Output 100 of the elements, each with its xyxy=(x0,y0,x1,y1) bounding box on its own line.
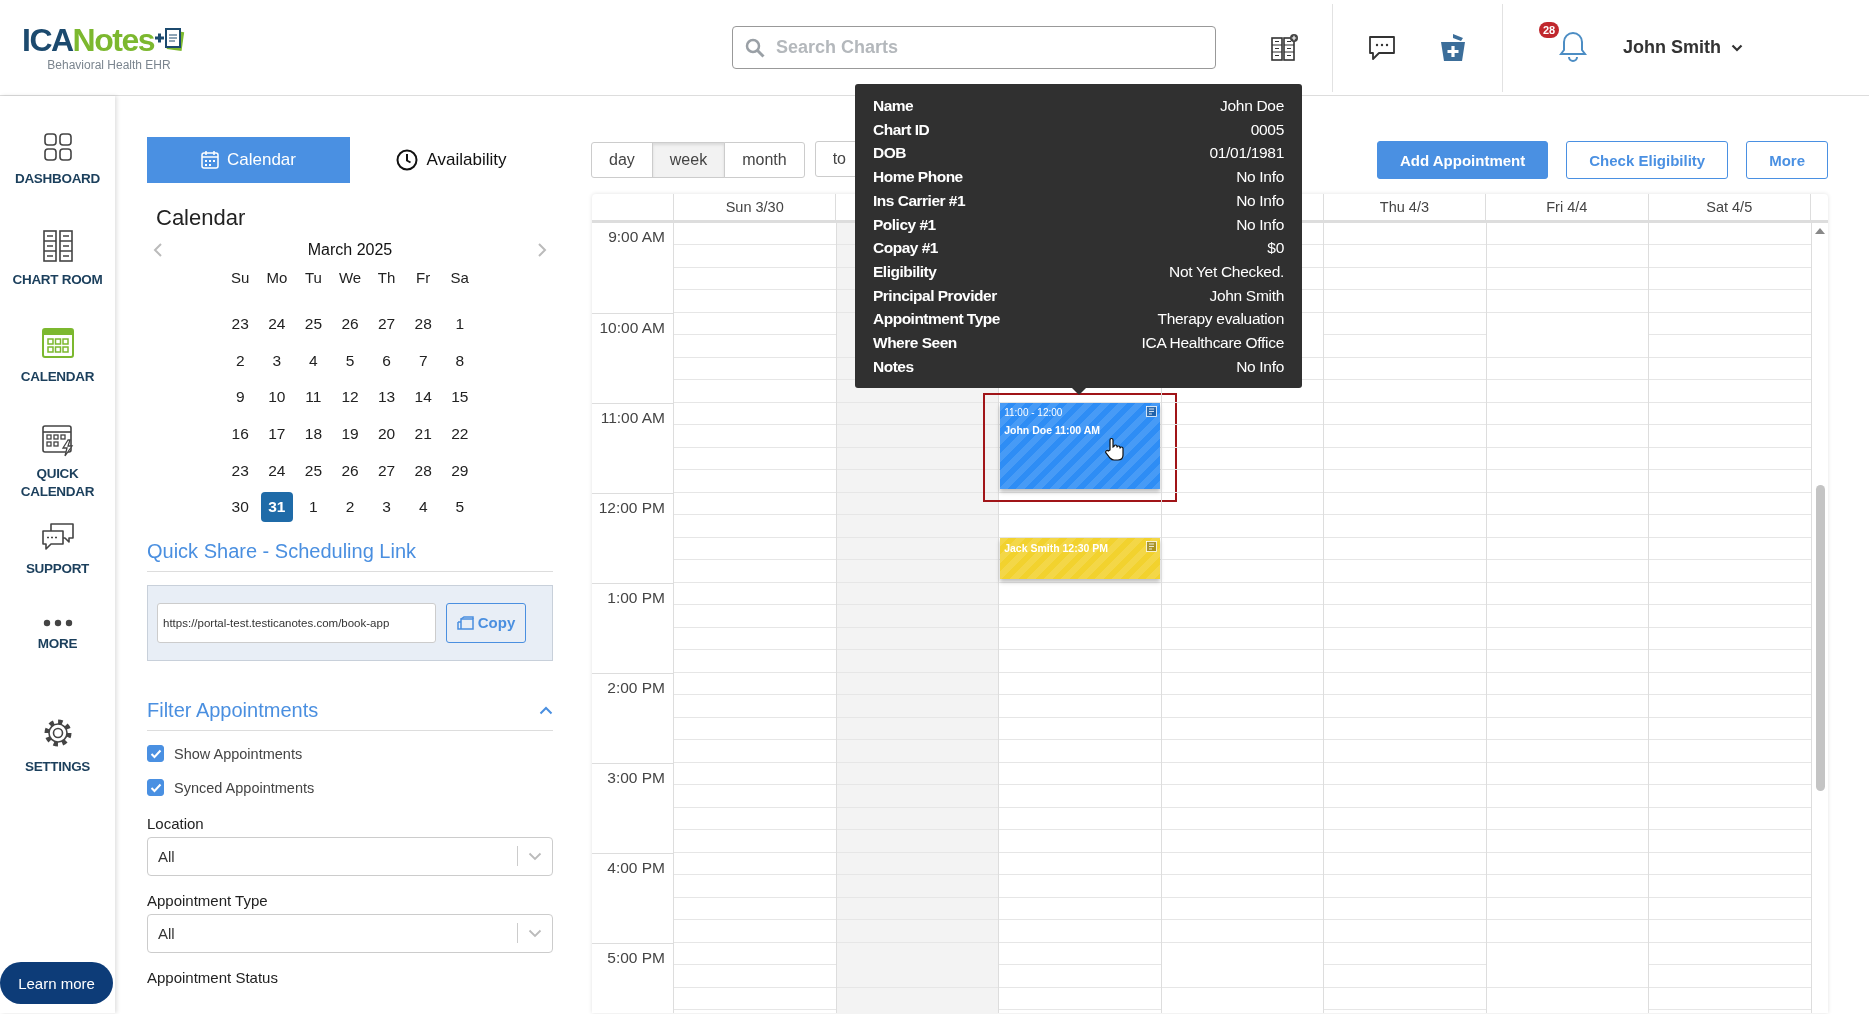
date-cell[interactable]: 20 xyxy=(370,419,403,450)
date-cell[interactable]: 6 xyxy=(370,345,403,376)
date-cell[interactable]: 28 xyxy=(406,455,440,486)
date-cell[interactable]: 31 xyxy=(260,492,294,523)
date-cell[interactable]: 25 xyxy=(297,455,330,486)
date-cell[interactable]: 25 xyxy=(297,309,330,340)
date-cell[interactable]: 5 xyxy=(443,492,477,523)
date-cell[interactable]: 24 xyxy=(260,455,294,486)
collapse-chevron-icon[interactable] xyxy=(539,705,553,715)
learn-more-button[interactable]: Learn more xyxy=(0,962,113,1004)
date-cell[interactable]: 22 xyxy=(443,419,477,450)
date-cell[interactable]: 30 xyxy=(223,492,257,523)
section-heading: Quick Share - Scheduling Link xyxy=(147,539,553,572)
dropdown-field[interactable]: All xyxy=(147,836,553,876)
date-cell[interactable]: 3 xyxy=(260,345,294,376)
date-cell[interactable]: 26 xyxy=(333,309,367,340)
date-cell[interactable]: 4 xyxy=(406,492,440,523)
weekday-label: We xyxy=(337,268,363,288)
sidebar-item[interactable]: DASHBOARD xyxy=(7,132,108,208)
tooltip-value: 0005 xyxy=(1249,119,1284,140)
date-cell[interactable]: 2 xyxy=(223,345,257,376)
checkbox[interactable] xyxy=(147,779,164,797)
date-cell[interactable]: 21 xyxy=(406,419,440,450)
checkbox-label: Show Appointments xyxy=(174,745,303,762)
note-icon xyxy=(1145,541,1157,552)
sidebar-item[interactable]: QUICK CALENDAR xyxy=(7,423,108,502)
date-cell[interactable]: 24 xyxy=(260,309,294,340)
tooltip-label: Policy #1 xyxy=(873,214,937,235)
date-cell[interactable]: 28 xyxy=(406,309,440,340)
sidebar-item[interactable]: CALENDAR xyxy=(7,326,108,402)
date-cell[interactable]: 10 xyxy=(260,382,294,413)
date-cell[interactable]: 13 xyxy=(370,382,403,413)
logo-tagline: Behavioral Health EHR xyxy=(47,57,171,72)
sidebar-item[interactable]: SUPPORT xyxy=(7,522,108,599)
checkbox[interactable] xyxy=(147,745,164,763)
chart-cabinet-add-icon[interactable] xyxy=(1270,33,1298,62)
date-cell[interactable]: 4 xyxy=(297,345,330,376)
date-cell[interactable]: 3 xyxy=(370,492,403,523)
date-cell[interactable]: 26 xyxy=(333,455,367,486)
tooltip-value: 01/01/1981 xyxy=(1208,143,1284,164)
date-cell[interactable]: 1 xyxy=(297,492,330,523)
date-cell[interactable]: 1 xyxy=(443,309,477,340)
weekday-label: Sa xyxy=(449,268,470,288)
date-cell[interactable]: 2 xyxy=(333,492,367,523)
scroll-up-arrow-icon[interactable] xyxy=(1814,227,1827,235)
scrollbar-thumb[interactable] xyxy=(1815,485,1825,791)
search-field[interactable]: Search Charts xyxy=(732,26,1216,69)
date-cell[interactable]: 18 xyxy=(297,419,330,450)
date-cell[interactable]: 27 xyxy=(370,309,403,340)
date-cell[interactable]: 8 xyxy=(443,345,477,376)
tooltip-value: John Smith xyxy=(1208,285,1284,306)
day-header: Sun 3/30 xyxy=(673,194,836,220)
date-cell[interactable]: 27 xyxy=(370,455,403,486)
user-menu[interactable]: John Smith xyxy=(1619,33,1747,62)
time-label: 10:00 AM xyxy=(592,313,673,403)
dashboard-icon xyxy=(42,132,73,162)
date-cell[interactable]: 29 xyxy=(443,455,477,486)
sidebar-item[interactable]: MORE xyxy=(7,619,108,696)
previous-month-icon[interactable] xyxy=(153,242,163,258)
appointment-title: John Doe 11:00 AM xyxy=(1004,424,1101,436)
date-cell[interactable]: 15 xyxy=(443,382,477,413)
date-cell[interactable]: 14 xyxy=(406,382,440,413)
next-month-icon[interactable] xyxy=(537,242,547,258)
date-cell[interactable]: 11 xyxy=(297,382,330,413)
more-dots-icon xyxy=(42,619,73,628)
hand-pointer-icon xyxy=(1104,437,1125,461)
view-toggle[interactable]: month xyxy=(724,142,805,178)
date-cell[interactable]: 16 xyxy=(223,419,257,450)
month-label: March 2025 xyxy=(307,241,393,259)
date-cell[interactable]: 23 xyxy=(223,455,257,486)
calendar-icon xyxy=(40,326,75,360)
sidebar-item[interactable]: CHART ROOM xyxy=(7,229,108,305)
weekday-label: Fr xyxy=(415,268,432,288)
chat-icon[interactable] xyxy=(1368,34,1396,61)
link-field[interactable]: https://portal-test.testicanotes.com/book-app xyxy=(157,602,436,643)
date-cell[interactable]: 9 xyxy=(223,382,257,413)
pharmacy-icon[interactable] xyxy=(1438,32,1468,63)
dropdown-field[interactable]: All xyxy=(147,913,553,953)
tooltip-value: Not Yet Checked. xyxy=(1168,261,1284,282)
date-cell[interactable]: 12 xyxy=(333,382,367,413)
sidebar-item[interactable]: SETTINGS xyxy=(7,716,108,793)
tooltip-label: DOB xyxy=(873,143,907,164)
dropdown-chevron-icon xyxy=(528,928,542,938)
date-cell[interactable]: 17 xyxy=(260,419,294,450)
tooltip-value: No Info xyxy=(1235,190,1284,211)
copy-icon xyxy=(456,615,475,630)
logo-plus-document-icon xyxy=(154,26,186,53)
checkbox-label: Synced Appointments xyxy=(174,779,315,796)
date-cell[interactable]: 5 xyxy=(333,345,367,376)
weekday-label: Mo xyxy=(265,268,289,288)
date-cell[interactable]: 23 xyxy=(223,309,257,340)
date-cell[interactable]: 7 xyxy=(406,345,440,376)
view-toggle[interactable]: week xyxy=(651,142,726,178)
tooltip-label: Eligibility xyxy=(873,261,938,282)
panel-tab[interactable]: Availability xyxy=(350,137,553,183)
date-cell[interactable]: 19 xyxy=(333,419,367,450)
bell-icon[interactable] xyxy=(1557,29,1589,62)
time-label: 4:00 PM xyxy=(592,853,673,943)
view-toggle[interactable]: day xyxy=(591,142,653,178)
file-cabinet-icon xyxy=(41,229,74,263)
